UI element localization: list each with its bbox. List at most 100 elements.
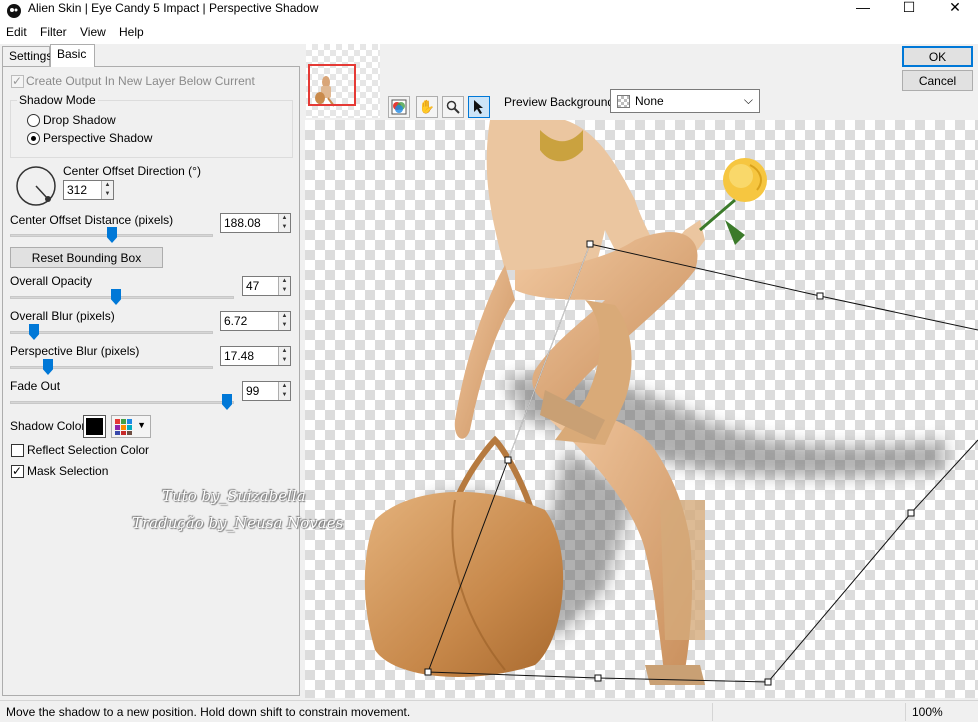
menu-filter[interactable]: Filter xyxy=(40,24,67,40)
preview-toggle-button[interactable] xyxy=(388,96,410,118)
overall-opacity-slider[interactable] xyxy=(10,289,234,305)
transparent-swatch-icon xyxy=(617,95,630,108)
handbag xyxy=(364,435,564,677)
perspective-blur-value: 17.48 xyxy=(224,349,255,363)
hand-tool-button[interactable]: ✋ xyxy=(416,96,438,118)
perspective-blur-label: Perspective Blur (pixels) xyxy=(10,344,140,358)
handle[interactable] xyxy=(424,668,432,676)
overall-opacity-value: 47 xyxy=(246,279,260,293)
preview-image xyxy=(364,120,978,686)
settings-panel: Settings Basic ✓ Create Output In New La… xyxy=(0,44,302,698)
center-offset-direction-spinner[interactable]: 312 ▲ ▼ xyxy=(63,180,114,200)
fade-out-value: 99 xyxy=(246,384,260,398)
ok-button[interactable]: OK xyxy=(902,46,973,67)
hand-icon: ✋ xyxy=(418,99,436,114)
center-offset-direction-label: Center Offset Direction (°) xyxy=(63,164,201,178)
close-button[interactable]: ✕ xyxy=(932,0,978,22)
preview-background-value: None xyxy=(635,94,664,108)
zoom-icon xyxy=(446,100,460,114)
center-offset-distance-spinner[interactable]: 188.08 ▲ ▼ xyxy=(220,213,291,233)
direction-dial-icon[interactable] xyxy=(15,165,57,207)
shadow-color-swatch[interactable] xyxy=(83,415,106,438)
perspective-shadow-label: Perspective Shadow xyxy=(43,131,153,145)
handle[interactable] xyxy=(504,456,512,464)
chevron-down-icon: ⌵ xyxy=(743,93,753,107)
shadow-color-fill xyxy=(86,418,103,435)
watermark-line-2: Tradução by_Neusa Novaes xyxy=(132,514,344,532)
menu-help[interactable]: Help xyxy=(119,24,144,40)
preview-canvas[interactable] xyxy=(305,120,978,698)
overall-opacity-label: Overall Opacity xyxy=(10,274,93,288)
menu-view[interactable]: View xyxy=(80,24,106,40)
preview-toggle-icon xyxy=(391,99,407,115)
slider-track xyxy=(10,401,234,404)
center-offset-distance-label: Center Offset Distance (pixels) xyxy=(10,213,174,227)
center-offset-direction-value: 312 xyxy=(67,183,88,197)
handle[interactable] xyxy=(816,292,824,300)
spinner-arrows-icon[interactable]: ▲ ▼ xyxy=(278,277,290,295)
status-bar: Move the shadow to a new position. Hold … xyxy=(0,700,978,722)
preview-background-label: Preview Background: xyxy=(504,95,618,109)
minimize-button[interactable]: — xyxy=(840,0,886,22)
overall-blur-value: 6.72 xyxy=(224,314,248,328)
overall-blur-spinner[interactable]: 6.72 ▲ ▼ xyxy=(220,311,291,331)
create-output-checkbox[interactable]: ✓ xyxy=(11,74,24,88)
basic-tab-pane: ✓ Create Output In New Layer Below Curre… xyxy=(2,66,300,696)
maximize-button[interactable]: ☐ xyxy=(886,0,932,22)
cancel-button[interactable]: Cancel xyxy=(902,70,973,91)
handle[interactable] xyxy=(907,509,915,517)
fade-out-label: Fade Out xyxy=(10,379,61,393)
drop-shadow-label: Drop Shadow xyxy=(43,113,116,127)
color-picker-button[interactable]: ▼ xyxy=(111,415,151,438)
center-offset-distance-value: 188.08 xyxy=(224,216,261,230)
handle[interactable] xyxy=(586,240,594,248)
overall-blur-label: Overall Blur (pixels) xyxy=(10,309,115,323)
menu-bar: Edit Filter View Help xyxy=(0,22,978,44)
handle[interactable] xyxy=(764,678,772,686)
fade-out-slider[interactable] xyxy=(10,394,234,410)
status-separator xyxy=(905,703,906,721)
spinner-arrows-icon[interactable]: ▲ ▼ xyxy=(278,312,290,330)
navigator-thumbnail[interactable] xyxy=(306,44,380,118)
shadow-mode-group: Shadow Mode Drop Shadow Perspective Shad… xyxy=(10,93,293,158)
mask-selection-checkbox[interactable]: ✓ xyxy=(11,464,24,478)
reflect-selection-color-checkbox[interactable] xyxy=(11,444,24,457)
slider-thumb[interactable] xyxy=(222,394,232,410)
perspective-blur-spinner[interactable]: 17.48 ▲ ▼ xyxy=(220,346,291,366)
handle[interactable] xyxy=(594,674,602,682)
arrow-tool-button[interactable] xyxy=(468,96,490,118)
yellow-rose xyxy=(699,158,767,245)
zoom-tool-button[interactable] xyxy=(442,96,464,118)
preview-background-select[interactable]: None ⌵ xyxy=(610,89,760,113)
reflect-selection-color-label: Reflect Selection Color xyxy=(27,443,150,457)
mask-selection-label: Mask Selection xyxy=(27,464,109,478)
menu-edit[interactable]: Edit xyxy=(6,24,27,40)
spinner-arrows-icon[interactable]: ▲ ▼ xyxy=(278,214,290,232)
overall-opacity-spinner[interactable]: 47 ▲ ▼ xyxy=(242,276,291,296)
center-offset-distance-slider[interactable] xyxy=(10,227,213,243)
tab-basic[interactable]: Basic xyxy=(50,44,95,67)
slider-track xyxy=(10,331,213,334)
slider-thumb[interactable] xyxy=(111,289,121,305)
status-separator xyxy=(712,703,713,721)
watermark-line-1: Tuto by_Suizabella xyxy=(162,487,306,505)
slider-thumb[interactable] xyxy=(43,359,53,375)
spinner-arrows-icon[interactable]: ▲ ▼ xyxy=(278,382,290,400)
slider-thumb[interactable] xyxy=(107,227,117,243)
drop-shadow-radio[interactable] xyxy=(27,114,40,127)
slider-thumb[interactable] xyxy=(29,324,39,340)
spinner-arrows-icon[interactable]: ▲ ▼ xyxy=(101,181,113,199)
perspective-blur-slider[interactable] xyxy=(10,359,213,375)
title-bar: Alien Skin | Eye Candy 5 Impact | Perspe… xyxy=(0,0,978,22)
dropdown-arrow-icon: ▼ xyxy=(137,420,146,430)
thumbnail-view-frame xyxy=(308,64,356,106)
status-message: Move the shadow to a new position. Hold … xyxy=(6,705,411,719)
spinner-arrows-icon[interactable]: ▲ ▼ xyxy=(278,347,290,365)
slider-track xyxy=(10,296,234,299)
overall-blur-slider[interactable] xyxy=(10,324,213,340)
create-output-label: Create Output In New Layer Below Current xyxy=(26,74,255,88)
reset-bounding-box-button[interactable]: Reset Bounding Box xyxy=(10,247,163,268)
perspective-shadow-radio[interactable] xyxy=(27,132,40,145)
tab-settings[interactable]: Settings xyxy=(2,46,52,66)
fade-out-spinner[interactable]: 99 ▲ ▼ xyxy=(242,381,291,401)
